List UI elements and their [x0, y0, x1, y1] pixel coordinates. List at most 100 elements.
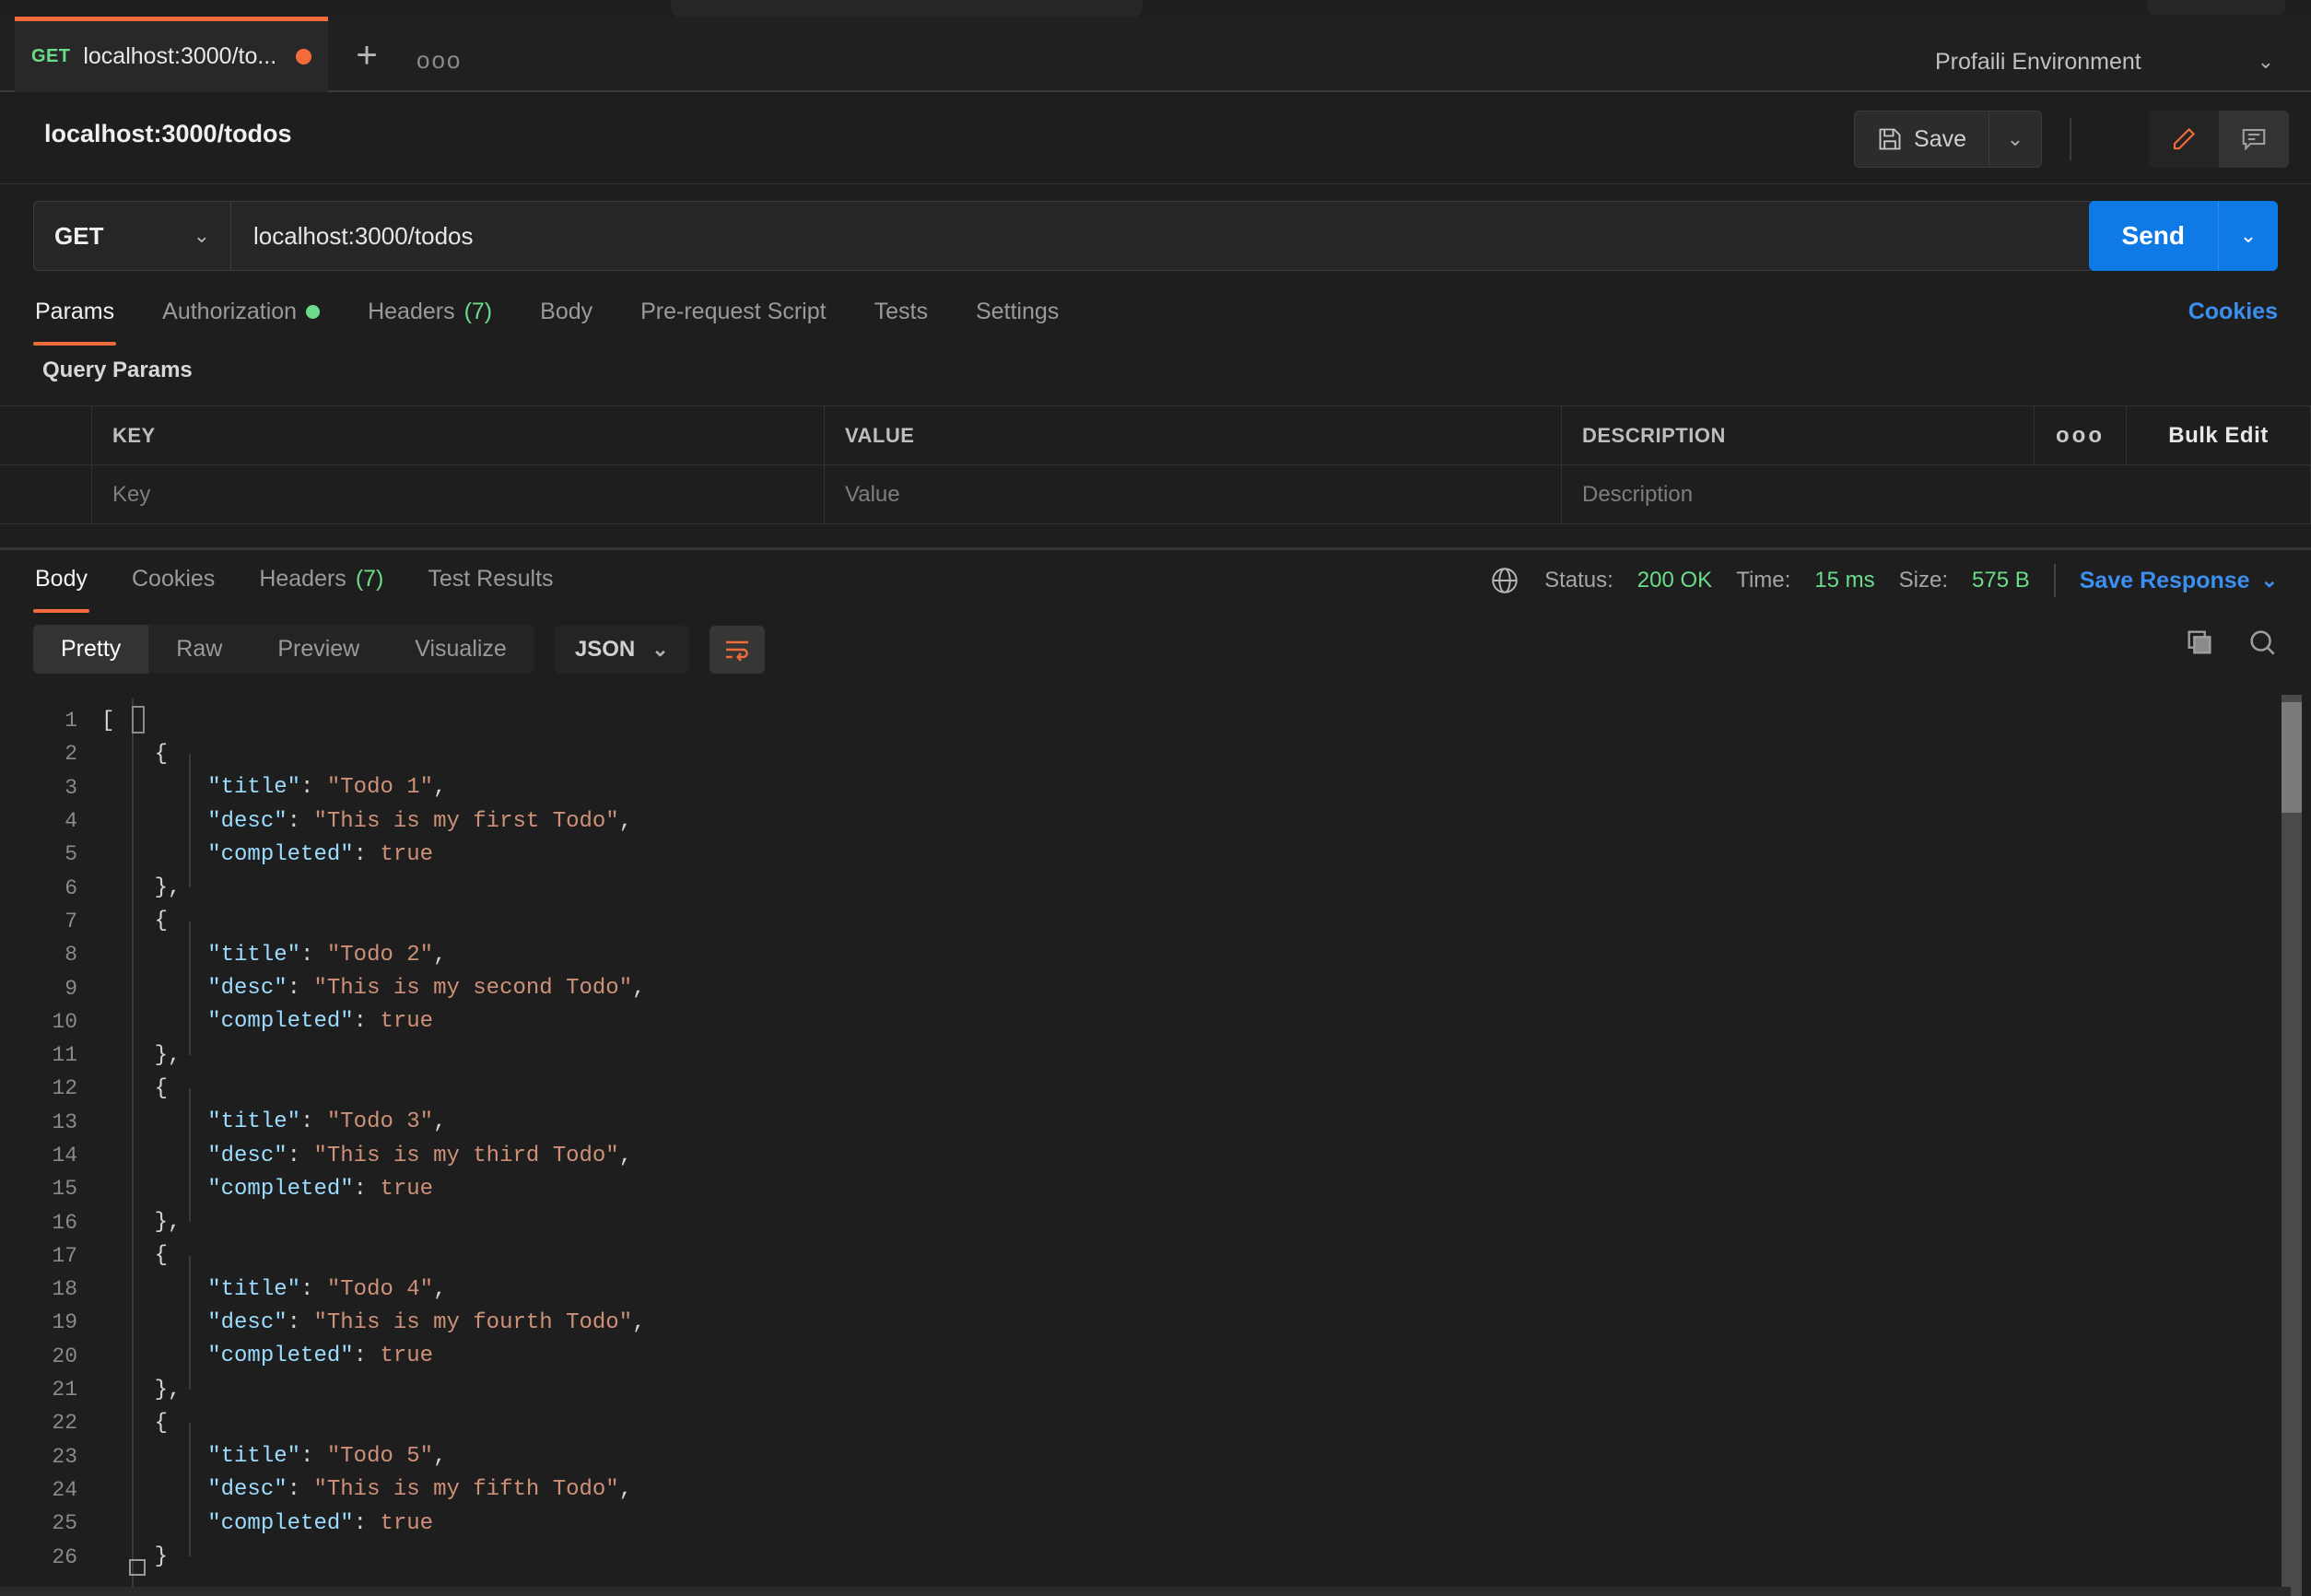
line-number: 7 [65, 909, 77, 933]
url-bar: GET ⌄ localhost:3000/todos [33, 201, 2110, 271]
response-divider [0, 547, 2311, 550]
tab-params[interactable]: Params [33, 293, 117, 346]
tab-headers-label: Headers [368, 299, 455, 324]
query-params-table: KEY VALUE DESCRIPTION ooo Bulk Edit Key … [0, 405, 2311, 524]
code-line: 21 }, [0, 1373, 2311, 1406]
code-line-text: "completed": true [207, 1510, 434, 1536]
search-icon[interactable] [2246, 627, 2278, 658]
view-raw-button[interactable]: Raw [148, 625, 250, 674]
save-response-button[interactable]: Save Response ⌄ [2080, 568, 2278, 594]
view-pretty-button[interactable]: Pretty [33, 625, 149, 674]
code-line: 19 "desc": "This is my fourth Todo", [0, 1306, 2311, 1339]
send-button[interactable]: Send [2089, 201, 2219, 271]
code-horizontal-scrollbar[interactable] [0, 1587, 2291, 1596]
status-label: Status: [1544, 568, 1613, 593]
time-value: 15 ms [1814, 568, 1875, 593]
response-body-viewer[interactable]: 1[2 {3 "title": "Todo 1", 4 "desc": "This… [0, 695, 2311, 1596]
more-dots-label: ooo [2056, 422, 2105, 448]
tab-authorization[interactable]: Authorization [160, 293, 322, 346]
response-tab-test-results[interactable]: Test Results [426, 560, 555, 613]
code-line-text: [ [101, 708, 115, 733]
bulk-edit-button[interactable]: Bulk Edit [2127, 406, 2311, 464]
code-line: 17 { [0, 1239, 2311, 1273]
meta-divider [2053, 564, 2056, 597]
copy-icon[interactable] [2184, 627, 2215, 658]
code-line-text: "desc": "This is my second Todo", [207, 976, 646, 1002]
tab-settings-label: Settings [975, 299, 1060, 324]
http-method-value: GET [54, 221, 104, 250]
tab-params-label: Params [35, 299, 115, 324]
line-number: 13 [52, 1109, 77, 1134]
code-line-text: "completed": true [207, 1344, 434, 1369]
param-key-input[interactable]: Key [92, 465, 825, 523]
tab-tests[interactable]: Tests [873, 293, 930, 346]
text-cursor [132, 706, 145, 733]
new-tab-button[interactable]: + [348, 37, 385, 76]
response-view-segmented-control: Pretty Raw Preview Visualize [33, 625, 534, 674]
code-line: 22 { [0, 1406, 2311, 1439]
global-search-bar-cutoff[interactable] [671, 0, 1143, 17]
code-line: 18 "title": "Todo 4", [0, 1273, 2311, 1306]
code-line-text: { [101, 1410, 169, 1436]
response-action-icons [2184, 627, 2278, 658]
code-line: 13 "title": "Todo 3", [0, 1106, 2311, 1139]
response-tab-cookies[interactable]: Cookies [130, 560, 217, 613]
response-meta-bar: Status: 200 OK Time: 15 ms Size: 575 B S… [1489, 564, 2278, 597]
response-language-value: JSON [574, 636, 636, 662]
tab-settings[interactable]: Settings [974, 293, 1061, 346]
column-header-description: DESCRIPTION [1562, 406, 2035, 464]
tab-headers-count: (7) [463, 299, 493, 324]
code-line-text: "completed": true [207, 1176, 434, 1202]
word-wrap-toggle-button[interactable] [709, 625, 765, 674]
code-line-text: }, [101, 875, 182, 901]
view-preview-button[interactable]: Preview [250, 625, 387, 674]
line-number: 24 [52, 1477, 77, 1502]
top-right-control-cutoff[interactable] [2147, 0, 2285, 15]
indent-guide [189, 1255, 191, 1390]
code-line-text: }, [101, 1210, 182, 1236]
select-all-checkbox-cell[interactable] [0, 406, 92, 464]
globe-icon[interactable] [1489, 565, 1520, 596]
line-number: 5 [65, 842, 77, 867]
param-description-input[interactable]: Description [1562, 465, 2311, 523]
code-line-text: "completed": true [207, 841, 434, 867]
line-number: 2 [65, 742, 77, 767]
row-checkbox-cell[interactable] [0, 465, 92, 523]
code-line: 14 "desc": "This is my third Todo", [0, 1139, 2311, 1172]
environment-selector[interactable]: Profaili Environment ⌄ [1920, 33, 2289, 90]
line-number: 6 [65, 875, 77, 900]
response-format-toolbar: Pretty Raw Preview Visualize JSON ⌄ [33, 625, 765, 674]
table-options-more-icon[interactable]: ooo [2035, 406, 2127, 464]
code-scrollbar-thumb[interactable] [2282, 702, 2302, 813]
request-tab-active[interactable]: GET localhost:3000/to... [15, 17, 328, 92]
response-tab-headers[interactable]: Headers (7) [257, 560, 385, 613]
save-options-button[interactable]: ⌄ [1988, 111, 2042, 168]
code-fold-marker-icon[interactable] [129, 1559, 146, 1576]
environment-name: Profaili Environment [1935, 48, 2141, 75]
line-number: 4 [65, 809, 77, 834]
view-visualize-button[interactable]: Visualize [387, 625, 534, 674]
send-options-button[interactable]: ⌄ [2219, 201, 2278, 271]
request-header-bar: localhost:3000/todos Save ⌄ [0, 92, 2311, 184]
param-value-input[interactable]: Value [825, 465, 1562, 523]
response-language-select[interactable]: JSON ⌄ [554, 625, 689, 674]
tab-body-label: Body [540, 299, 593, 324]
save-button[interactable]: Save [1854, 111, 1988, 168]
line-number: 9 [65, 976, 77, 1001]
code-vertical-scrollbar[interactable] [2282, 695, 2302, 1596]
tab-body[interactable]: Body [538, 293, 594, 346]
cookies-link[interactable]: Cookies [2188, 299, 2278, 325]
response-tab-body[interactable]: Body [33, 560, 89, 613]
line-number: 15 [52, 1177, 77, 1202]
tab-headers[interactable]: Headers (7) [366, 293, 494, 346]
chevron-down-icon: ⌄ [651, 637, 669, 661]
comment-mode-button[interactable] [2219, 111, 2289, 168]
response-tabs: Body Cookies Headers (7) Test Results [33, 560, 556, 613]
tab-pre-request-script[interactable]: Pre-request Script [639, 293, 827, 346]
tab-options-more-icon[interactable]: ooo [416, 48, 462, 72]
url-input[interactable]: localhost:3000/todos [231, 202, 2109, 270]
edit-mode-button[interactable] [2149, 111, 2219, 168]
http-method-select[interactable]: GET ⌄ [34, 202, 231, 270]
code-line-text: "title": "Todo 4", [207, 1276, 447, 1302]
word-wrap-icon [725, 640, 748, 662]
